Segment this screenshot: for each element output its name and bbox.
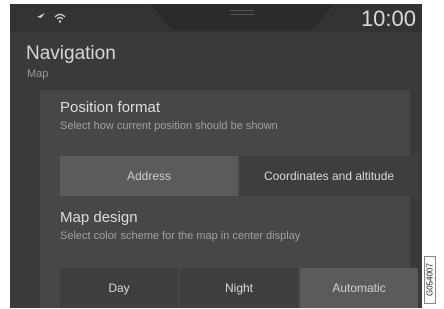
position-format-option-address[interactable]: Address: [60, 156, 238, 196]
map-design-title: Map design: [60, 209, 138, 226]
wifi-icon: [54, 13, 66, 23]
map-design-selector: Day Night Automatic: [60, 268, 418, 308]
pulldown-handle-icon[interactable]: [230, 10, 254, 20]
map-design-description: Select color scheme for the map in cente…: [60, 230, 301, 242]
page-header: Navigation Map: [10, 32, 422, 88]
position-format-title: Position format: [60, 99, 161, 116]
position-format-description: Select how current position should be sh…: [60, 120, 278, 132]
position-format-option-coordinates[interactable]: Coordinates and altitude: [240, 156, 418, 196]
settings-panel: Position format Select how current posit…: [40, 90, 418, 308]
map-design-option-automatic[interactable]: Automatic: [300, 268, 418, 308]
page-title: Navigation: [26, 43, 116, 64]
page-subtitle: Map: [27, 68, 49, 80]
reference-code: G054007: [424, 256, 436, 304]
clock: 10:00: [360, 6, 416, 31]
navigation-arrow-icon: [36, 12, 46, 24]
status-icons: [36, 10, 66, 26]
infotainment-screen: 10:00 Navigation Map Position format Sel…: [10, 4, 422, 308]
status-bar: 10:00: [10, 4, 422, 32]
position-format-selector: Address Coordinates and altitude: [60, 156, 418, 196]
map-design-option-day[interactable]: Day: [60, 268, 178, 308]
map-design-option-night[interactable]: Night: [180, 268, 298, 308]
